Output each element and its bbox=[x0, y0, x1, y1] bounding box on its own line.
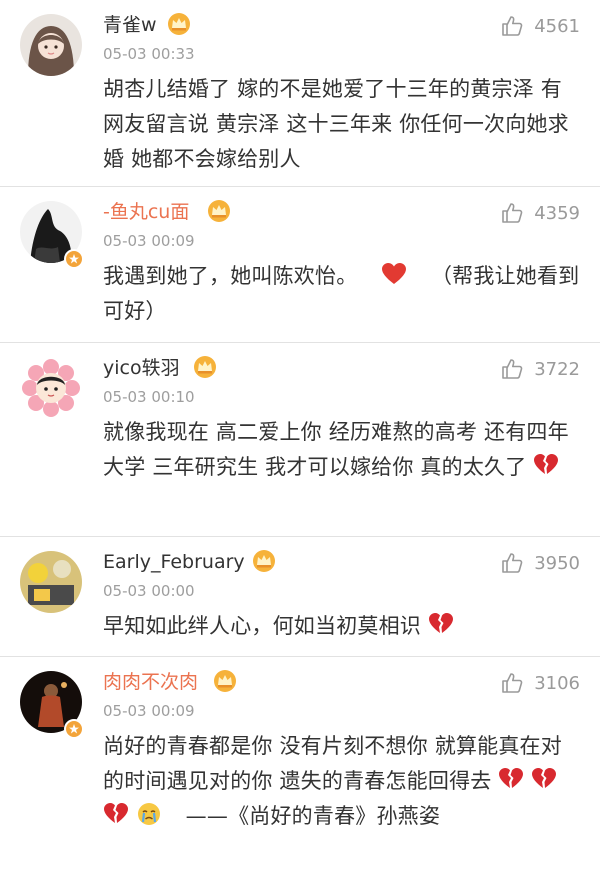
comment-time: 05-03 00:09 bbox=[103, 702, 195, 720]
comment-time: 05-03 00:10 bbox=[103, 388, 195, 406]
like-button[interactable]: 3950 bbox=[500, 551, 580, 575]
verified-badge-icon bbox=[64, 249, 84, 269]
username[interactable]: 肉肉不次肉 bbox=[103, 669, 198, 695]
red-heart-emoji bbox=[381, 262, 407, 286]
username[interactable]: -鱼丸cu面 bbox=[103, 199, 189, 225]
like-count: 3106 bbox=[534, 672, 580, 694]
comment-text-part: ——《尚好的青春》孙燕姿 bbox=[185, 804, 441, 828]
broken-heart-emoji bbox=[498, 767, 524, 791]
comment-item: -鱼丸cu面 05-03 00:09 4359 我遇到她了，她叫陈欢怡。 （帮我… bbox=[0, 187, 600, 343]
thumbs-up-icon bbox=[500, 551, 534, 575]
comment-time: 05-03 00:09 bbox=[103, 232, 195, 250]
crown-badge-icon bbox=[167, 12, 191, 36]
broken-heart-emoji bbox=[103, 802, 129, 826]
broken-heart-emoji bbox=[428, 612, 454, 636]
avatar[interactable] bbox=[20, 14, 82, 76]
comment-item: 青雀w 05-03 00:33 4561 胡杏儿结婚了 嫁的不是她爱了十三年的黄… bbox=[0, 0, 600, 187]
username[interactable]: Early_February bbox=[103, 549, 245, 575]
like-count: 4561 bbox=[534, 15, 580, 37]
like-count: 3950 bbox=[534, 552, 580, 574]
crown-badge-icon bbox=[213, 669, 237, 693]
thumbs-up-icon bbox=[500, 357, 534, 381]
crown-badge-icon bbox=[193, 355, 217, 379]
comment-text: 就像我现在 高二爱上你 经历难熬的高考 还有四年大学 三年研究生 我才可以嫁给你… bbox=[103, 415, 580, 485]
comment-text-part: 尚好的青春都是你 没有片刻不想你 就算能真在对的时间遇见对的你 遗失的青春怎能回… bbox=[103, 734, 562, 793]
crying-face-emoji bbox=[136, 802, 162, 826]
avatar[interactable] bbox=[20, 357, 82, 419]
comment-feed: 青雀w 05-03 00:33 4561 胡杏儿结婚了 嫁的不是她爱了十三年的黄… bbox=[0, 0, 600, 873]
like-button[interactable]: 3106 bbox=[500, 671, 580, 695]
broken-heart-emoji bbox=[533, 453, 559, 477]
comment-time: 05-03 00:33 bbox=[103, 45, 195, 63]
comment-item: Early_February 05-03 00:00 3950 早知如此绊人心，… bbox=[0, 537, 600, 657]
thumbs-up-icon bbox=[500, 671, 534, 695]
comment-text: 胡杏儿结婚了 嫁的不是她爱了十三年的黄宗泽 有网友留言说 黄宗泽 这十三年来 你… bbox=[103, 77, 569, 171]
comment-text-part: 我遇到她了，她叫陈欢怡。 bbox=[103, 264, 358, 288]
comment-text-part: 就像我现在 高二爱上你 经历难熬的高考 还有四年大学 三年研究生 我才可以嫁给你… bbox=[103, 420, 569, 479]
thumbs-up-icon bbox=[500, 14, 534, 38]
comment-text: 尚好的青春都是你 没有片刻不想你 就算能真在对的时间遇见对的你 遗失的青春怎能回… bbox=[103, 729, 580, 834]
like-button[interactable]: 3722 bbox=[500, 357, 580, 381]
username[interactable]: 青雀w bbox=[103, 12, 157, 38]
like-button[interactable]: 4561 bbox=[500, 14, 580, 38]
comment-item: 肉肉不次肉 05-03 00:09 3106 尚好的青春都是你 没有片刻不想你 … bbox=[0, 657, 600, 873]
comment-text: 我遇到她了，她叫陈欢怡。 （帮我让她看到可好） bbox=[103, 259, 580, 329]
like-button[interactable]: 4359 bbox=[500, 201, 580, 225]
avatar[interactable] bbox=[20, 551, 82, 613]
thumbs-up-icon bbox=[500, 201, 534, 225]
username[interactable]: yico轶羽 bbox=[103, 355, 180, 381]
comment-time: 05-03 00:00 bbox=[103, 582, 195, 600]
like-count: 4359 bbox=[534, 202, 580, 224]
comment-text: 早知如此绊人心，何如当初莫相识 bbox=[103, 609, 580, 644]
crown-badge-icon bbox=[252, 549, 276, 573]
comment-text-part: 早知如此绊人心，何如当初莫相识 bbox=[103, 614, 421, 638]
comment-item: yico轶羽 05-03 00:10 3722 就像我现在 高二爱上你 经历难熬… bbox=[0, 343, 600, 537]
like-count: 3722 bbox=[534, 358, 580, 380]
verified-badge-icon bbox=[64, 719, 84, 739]
broken-heart-emoji bbox=[531, 767, 557, 791]
crown-badge-icon bbox=[207, 199, 231, 223]
